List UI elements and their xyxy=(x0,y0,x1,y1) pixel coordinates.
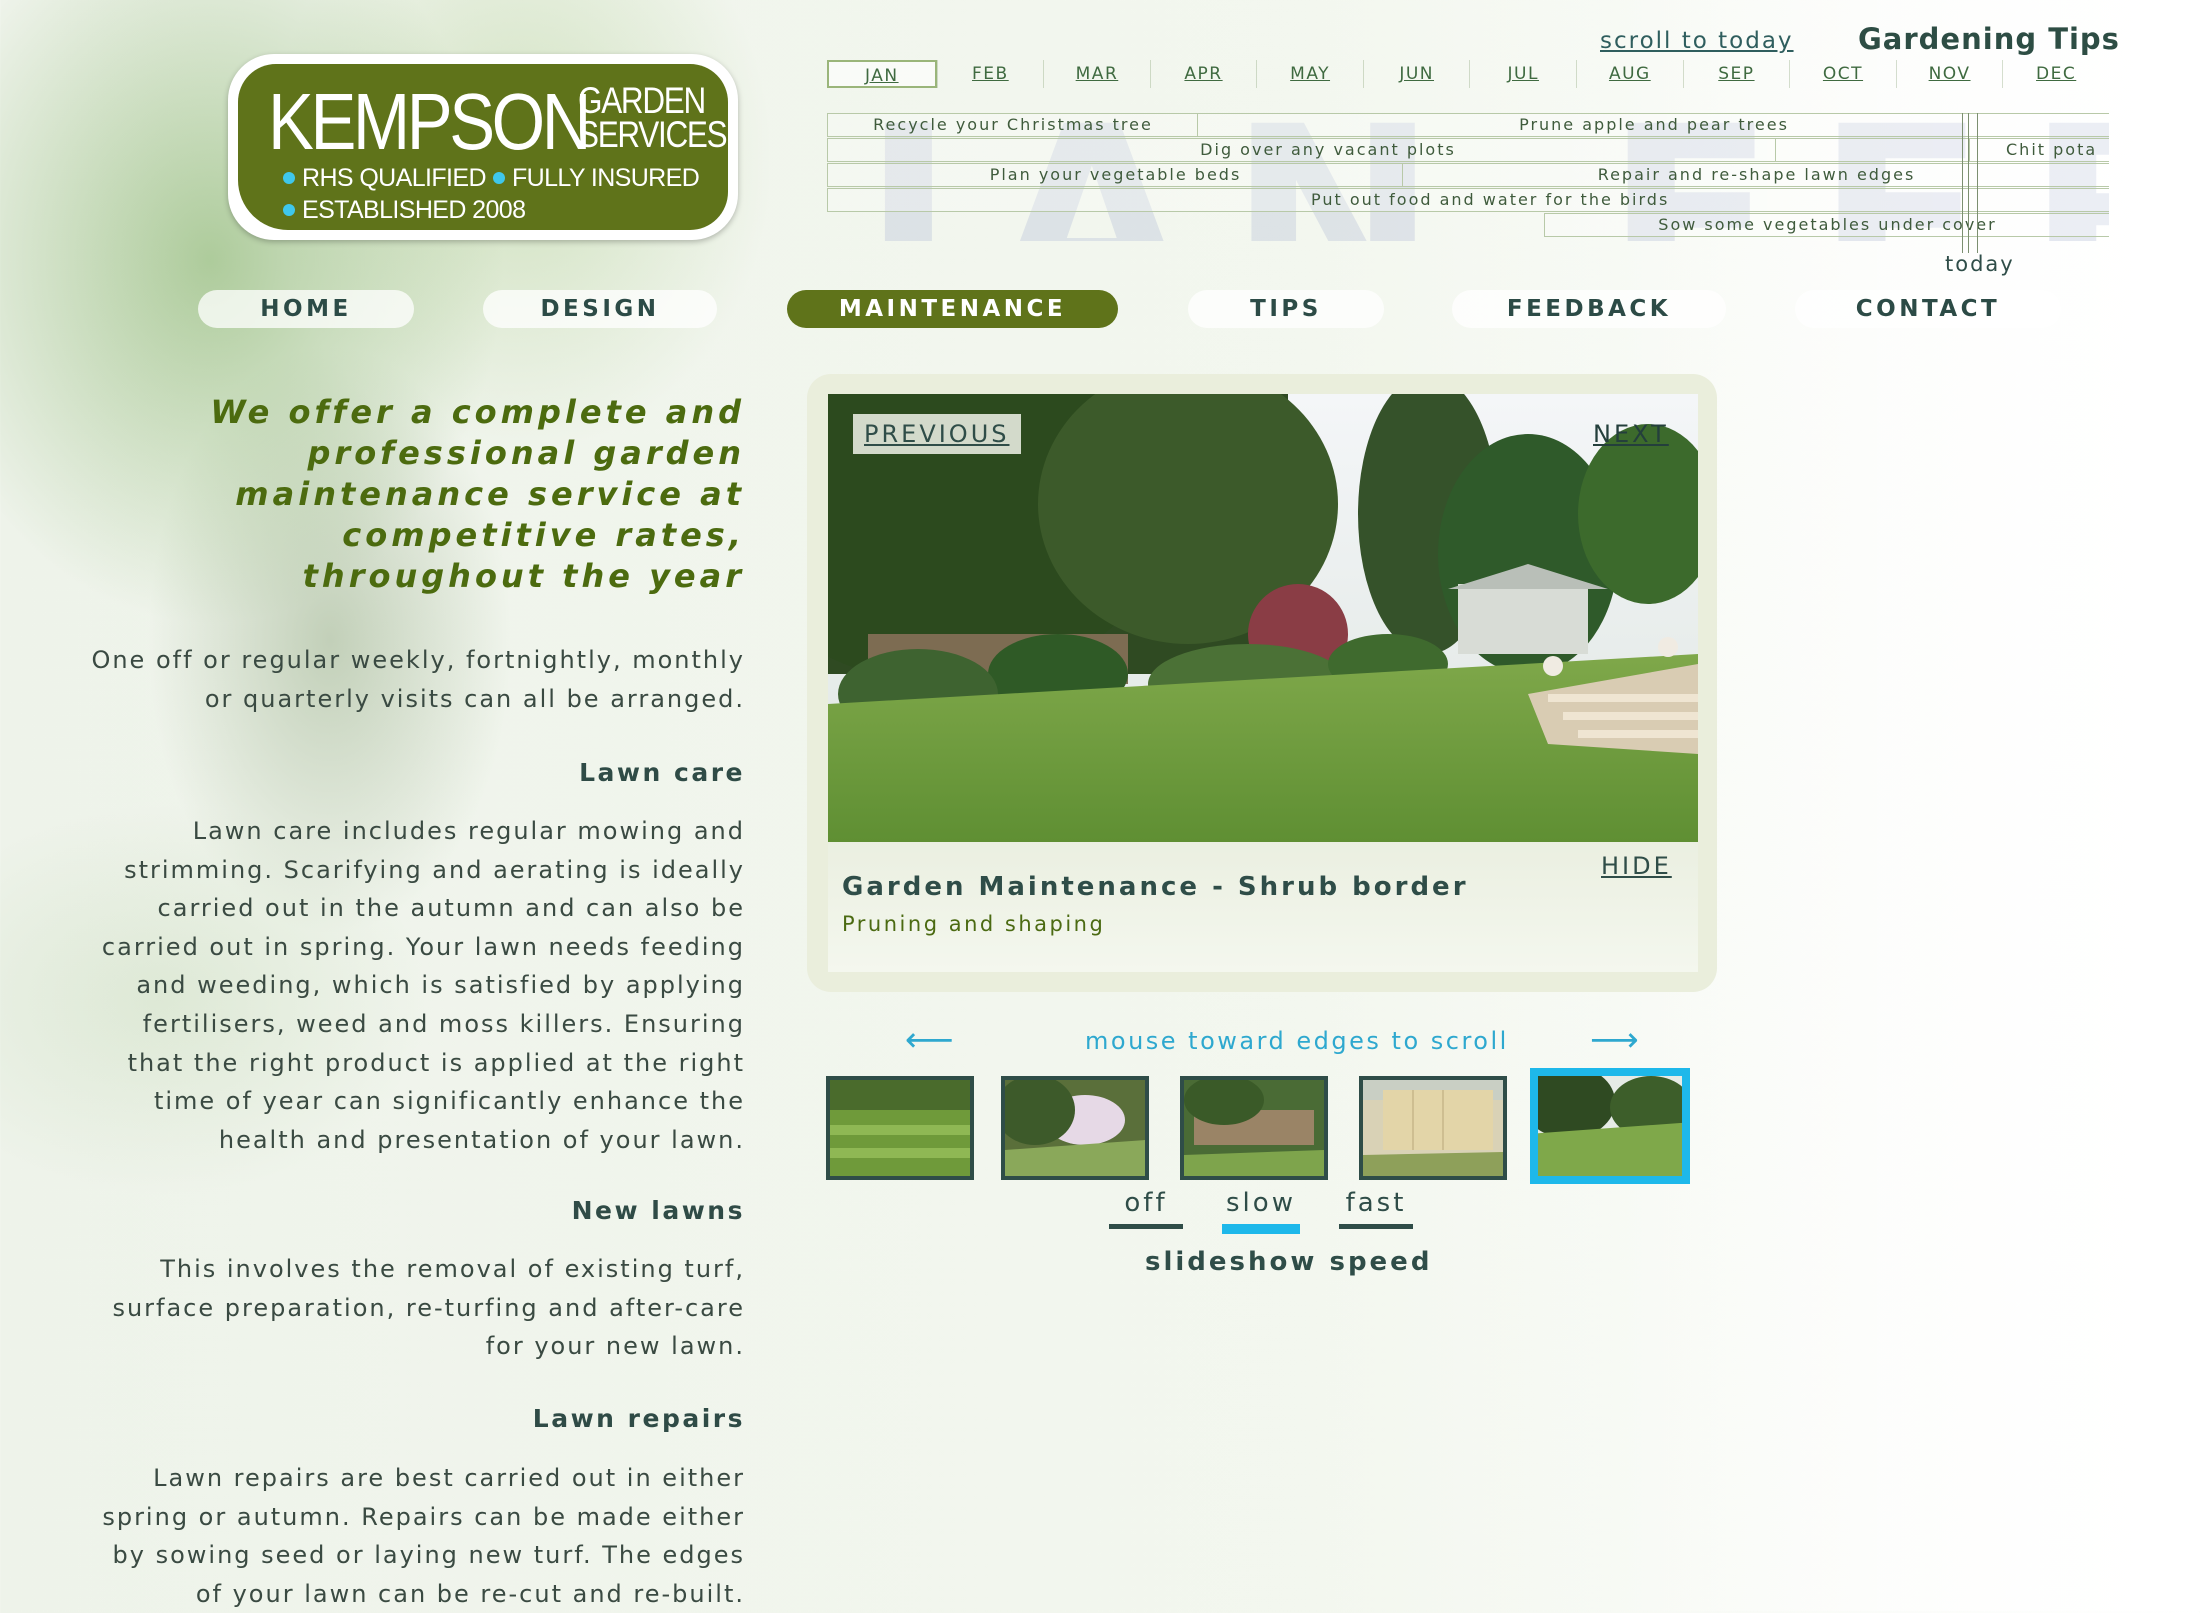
lawn-care-paragraph: Lawn care includes regular mowing and st… xyxy=(101,817,745,1154)
thumbnail-2[interactable] xyxy=(1001,1076,1149,1180)
bullet-dot-icon xyxy=(283,172,295,184)
caption-area xyxy=(828,842,1698,972)
lawn-repairs-paragraph: Lawn repairs are best carried out in eit… xyxy=(102,1464,745,1608)
today-marker xyxy=(1962,113,1978,253)
heading-lawn-repairs: Lawn repairs xyxy=(532,1404,745,1433)
tip-item[interactable]: Dig over any vacant plots xyxy=(827,138,1776,162)
logo-badge-rhs: RHS QUALIFIED xyxy=(283,164,487,193)
scroll-hint: mouse toward edges to scroll xyxy=(1085,1027,1509,1055)
tip-item[interactable] xyxy=(1775,138,1970,162)
month-selector: JAN FEB MAR APR MAY JUN JUL AUG SEP OCT … xyxy=(827,60,2109,88)
tip-item[interactable]: Plan your vegetable beds xyxy=(827,163,1403,187)
arrow-right-icon[interactable]: ⟶ xyxy=(1590,1023,1639,1057)
site-logo[interactable]: KEMPSON GARDEN SERVICES RHS QUALIFIED FU… xyxy=(228,54,738,240)
month-dec[interactable]: DEC xyxy=(2002,60,2109,88)
thumbnail-image xyxy=(830,1080,970,1176)
scroll-to-today-link[interactable]: scroll to today xyxy=(1600,28,1794,54)
thumbnail-image xyxy=(1363,1080,1503,1176)
heading-lawn-care: Lawn care xyxy=(579,758,745,787)
bullet-dot-icon xyxy=(493,172,505,184)
logo-subtitle-line1: GARDEN xyxy=(578,80,706,121)
tip-item[interactable]: Repair and re-shape lawn edges xyxy=(1402,163,2109,187)
hide-caption-button[interactable]: HIDE xyxy=(1601,852,1672,880)
bullet-dot-icon xyxy=(283,204,295,216)
speed-off-label: off xyxy=(1124,1188,1168,1218)
logo-badge-insured: FULLY INSURED xyxy=(493,164,700,193)
intro-paragraph: One off or regular weekly, fortnightly, … xyxy=(91,646,745,713)
today-label: today xyxy=(1945,252,2015,276)
slideshow-speed-label: slideshow speed xyxy=(1145,1247,1433,1277)
logo-subtitle-line2: SERVICES xyxy=(578,114,728,155)
garden-photo xyxy=(828,394,1698,842)
thumbnail-5[interactable] xyxy=(1530,1068,1690,1184)
logo-bullet-text: ESTABLISHED 2008 xyxy=(302,196,526,224)
month-oct[interactable]: OCT xyxy=(1789,60,1896,88)
month-jun[interactable]: JUN xyxy=(1362,60,1470,88)
month-may[interactable]: MAY xyxy=(1256,60,1363,88)
month-nov[interactable]: NOV xyxy=(1895,60,2003,88)
previous-button[interactable]: PREVIOUS xyxy=(853,414,1021,454)
month-apr[interactable]: APR xyxy=(1149,60,1257,88)
tips-timeline[interactable]: JAN FEB Recycle your Christmas tree Prun… xyxy=(827,113,2109,241)
tip-item[interactable]: Sow some vegetables under cover xyxy=(1544,213,2109,237)
month-jul[interactable]: JUL xyxy=(1469,60,1576,88)
nav-home[interactable]: HOME xyxy=(198,290,414,328)
arrow-left-icon[interactable]: ⟵ xyxy=(905,1023,954,1057)
month-sep[interactable]: SEP xyxy=(1682,60,1790,88)
speed-fast-label: fast xyxy=(1345,1188,1407,1218)
nav-feedback[interactable]: FEEDBACK xyxy=(1452,290,1726,328)
thumbnail-3[interactable] xyxy=(1180,1076,1328,1180)
nav-maintenance[interactable]: MAINTENANCE xyxy=(787,290,1118,328)
tip-text: Dig over any vacant plots xyxy=(1200,140,1456,159)
speed-slow-label: slow xyxy=(1226,1188,1296,1218)
tip-item[interactable]: Put out food and water for the birds xyxy=(827,188,2109,212)
speed-bar xyxy=(1339,1224,1413,1229)
nav-contact[interactable]: CONTACT xyxy=(1795,290,2061,328)
logo-badge-established: ESTABLISHED 2008 xyxy=(283,196,526,225)
nav-design[interactable]: DESIGN xyxy=(483,290,717,328)
logo-badge: KEMPSON GARDEN SERVICES RHS QUALIFIED FU… xyxy=(238,64,728,230)
logo-bullet-text: FULLY INSURED xyxy=(512,164,700,192)
month-aug[interactable]: AUG xyxy=(1576,60,1683,88)
speed-bar xyxy=(1222,1224,1300,1234)
nav-tips[interactable]: TIPS xyxy=(1188,290,1384,328)
new-lawns-paragraph: This involves the removal of existing tu… xyxy=(112,1255,745,1361)
tip-item[interactable]: Chit pota xyxy=(1969,138,2109,162)
logo-name: KEMPSON xyxy=(268,77,591,166)
logo-subtitle: GARDEN SERVICES xyxy=(578,80,728,155)
thumbnail-4[interactable] xyxy=(1359,1076,1507,1180)
thumbnail-1[interactable] xyxy=(826,1076,974,1180)
lead-statement: We offer a complete and professional gar… xyxy=(210,393,745,595)
tip-item[interactable]: Recycle your Christmas tree xyxy=(827,113,1198,137)
thumbnail-image xyxy=(1184,1080,1324,1176)
next-button[interactable]: NEXT xyxy=(1593,414,1669,454)
caption-subtitle: Pruning and shaping xyxy=(842,912,1106,936)
speed-slow[interactable]: slow xyxy=(1222,1188,1300,1234)
speed-bar xyxy=(1109,1224,1183,1229)
speed-off[interactable]: off xyxy=(1109,1188,1183,1229)
heading-new-lawns: New lawns xyxy=(571,1196,745,1225)
month-jan[interactable]: JAN xyxy=(827,60,937,88)
logo-bullet-text: RHS QUALIFIED xyxy=(302,164,487,192)
month-feb[interactable]: FEB xyxy=(936,60,1044,88)
gardening-tips-title: Gardening Tips xyxy=(1858,22,2120,56)
speed-fast[interactable]: fast xyxy=(1339,1188,1413,1229)
caption-title: Garden Maintenance - Shrub border xyxy=(842,872,1469,902)
slideshow-photo[interactable] xyxy=(828,394,1698,842)
thumbnail-image xyxy=(1538,1076,1682,1176)
thumbnail-image xyxy=(1005,1080,1145,1176)
month-mar[interactable]: MAR xyxy=(1043,60,1150,88)
